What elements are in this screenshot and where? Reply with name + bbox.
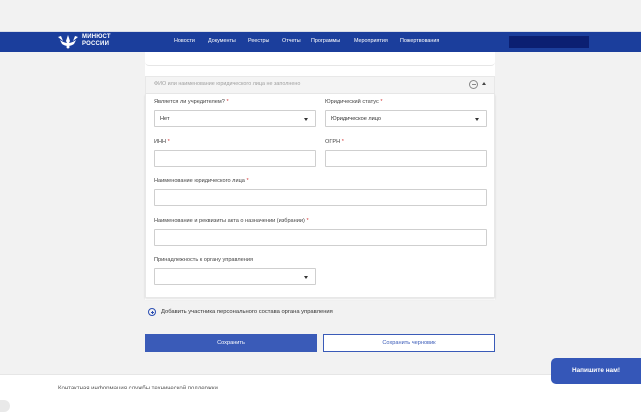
site-footer (0, 374, 641, 412)
add-participant-link[interactable]: Добавить участника персонального состава… (161, 309, 333, 315)
body-membership-label: Принадлежность к органу управления (154, 257, 254, 263)
collapse-caret-icon[interactable] (482, 82, 486, 85)
brand-line1: МИНЮСТ (82, 34, 111, 40)
founder-select[interactable]: Нет (154, 110, 316, 127)
save-button[interactable]: Сохранить (145, 334, 317, 352)
nav-news[interactable]: Новости (174, 38, 195, 44)
act-label: Наименование и реквизиты акта о назначен… (154, 218, 309, 224)
founder-value: Нет (160, 116, 170, 122)
brand-line2: РОССИИ (82, 41, 110, 47)
save-draft-button[interactable]: Сохранить черновик (323, 334, 495, 352)
emblem-icon[interactable] (56, 33, 80, 50)
org-name-input[interactable] (154, 189, 487, 206)
chevron-down-icon (304, 118, 308, 121)
chat-button[interactable]: Напишите нам! (551, 358, 641, 384)
inn-input[interactable] (154, 150, 316, 167)
user-account-box[interactable] (509, 36, 589, 48)
founder-label: Является ли учредителем? * (154, 99, 229, 105)
legal-status-select[interactable]: Юридическое лицо (325, 110, 487, 127)
body-membership-select[interactable] (154, 268, 316, 285)
ogrn-input[interactable] (325, 150, 487, 167)
accordion-title: ФИО или наименование юридического лица н… (154, 81, 301, 87)
act-input[interactable] (154, 229, 487, 246)
footer-support-text: Контактная информация службы технической… (58, 386, 218, 389)
nav-programs[interactable]: Программы (311, 38, 340, 44)
chevron-down-icon (475, 118, 479, 121)
nav-events[interactable]: Мероприятия (354, 38, 388, 44)
remove-participant-icon[interactable] (469, 80, 478, 89)
ogrn-label: ОГРН * (325, 139, 344, 145)
nav-documents[interactable]: Документы (208, 38, 236, 44)
nav-registries[interactable]: Реестры (248, 38, 269, 44)
inn-label: ИНН * (154, 139, 170, 145)
chevron-down-icon (304, 276, 308, 279)
nav-reports[interactable]: Отчеты (282, 38, 301, 44)
nav-donations[interactable]: Пожертвования (400, 38, 439, 44)
previous-section-edge (145, 52, 495, 66)
org-name-label: Наименование юридического лица * (154, 178, 249, 184)
legal-status-label: Юридический статус * (325, 99, 383, 105)
legal-status-value: Юридическое лицо (331, 116, 382, 122)
brand-name[interactable]: МИНЮСТ РОССИИ (82, 34, 111, 48)
add-circle-icon[interactable] (148, 308, 156, 316)
